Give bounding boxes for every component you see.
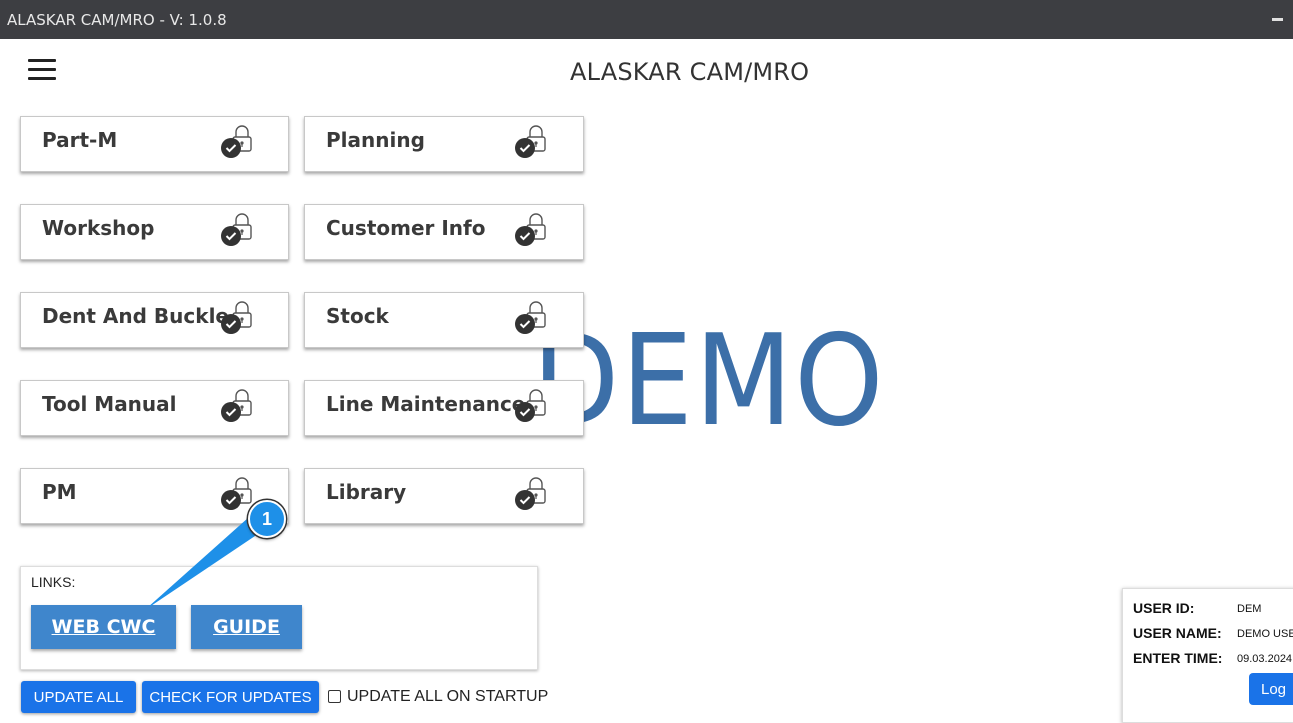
module-label: Workshop [42, 216, 155, 240]
lock-check-icon [219, 299, 257, 339]
module-label: Part-M [42, 128, 118, 152]
lock-check-icon [219, 123, 257, 163]
module-stock[interactable]: Stock [304, 292, 584, 348]
links-panel: LINKS: WEB CWC GUIDE [20, 566, 538, 670]
user-id-label: USER ID: [1133, 600, 1195, 616]
module-label: Line Maintenance [326, 392, 526, 416]
web-cwc-button[interactable]: WEB CWC [31, 605, 176, 649]
enter-time-label: ENTER TIME: [1133, 650, 1223, 666]
lock-check-icon [513, 211, 551, 251]
lock-check-icon [513, 299, 551, 339]
module-line-maintenance[interactable]: Line Maintenance [304, 380, 584, 436]
user-id-value: DEM [1237, 603, 1262, 615]
update-all-button[interactable]: UPDATE ALL [21, 681, 136, 713]
logout-button[interactable]: Log [1249, 673, 1293, 705]
module-part-m[interactable]: Part-M [20, 116, 289, 172]
lock-check-icon [219, 211, 257, 251]
lock-check-icon [513, 387, 551, 427]
callout-badge: 1 [248, 500, 286, 538]
check-for-updates-button[interactable]: CHECK FOR UPDATES [142, 681, 319, 713]
user-name-value: DEMO USE [1237, 628, 1293, 640]
hamburger-menu-icon[interactable] [28, 59, 56, 81]
lock-check-icon [513, 475, 551, 515]
module-label: Stock [326, 304, 389, 328]
module-library[interactable]: Library [304, 468, 584, 524]
lock-check-icon [219, 387, 257, 427]
module-label: Planning [326, 128, 425, 152]
demo-watermark: DEMO [532, 307, 886, 454]
module-label: Library [326, 480, 407, 504]
minimize-button[interactable] [1272, 18, 1283, 21]
module-label: Tool Manual [42, 392, 177, 416]
guide-button[interactable]: GUIDE [191, 605, 302, 649]
module-label: Dent And Buckle [42, 304, 229, 328]
links-label: LINKS: [31, 574, 76, 590]
user-info-panel: USER ID: DEM USER NAME: DEMO USE ENTER T… [1122, 588, 1293, 723]
module-dent-and-buckle[interactable]: Dent And Buckle [20, 292, 289, 348]
title-bar: ALASKAR CAM/MRO - V: 1.0.8 [0, 0, 1293, 39]
update-on-startup-checkbox[interactable] [328, 690, 341, 703]
app-title: ALASKAR CAM/MRO [570, 58, 810, 86]
user-name-label: USER NAME: [1133, 625, 1222, 641]
module-workshop[interactable]: Workshop [20, 204, 289, 260]
lock-check-icon [513, 123, 551, 163]
module-customer-info[interactable]: Customer Info [304, 204, 584, 260]
module-planning[interactable]: Planning [304, 116, 584, 172]
module-label: Customer Info [326, 216, 486, 240]
enter-time-value: 09.03.2024 [1237, 653, 1293, 665]
module-tool-manual[interactable]: Tool Manual [20, 380, 289, 436]
window-title: ALASKAR CAM/MRO - V: 1.0.8 [7, 11, 227, 29]
module-label: PM [42, 480, 77, 504]
update-on-startup-label: UPDATE ALL ON STARTUP [347, 688, 549, 705]
